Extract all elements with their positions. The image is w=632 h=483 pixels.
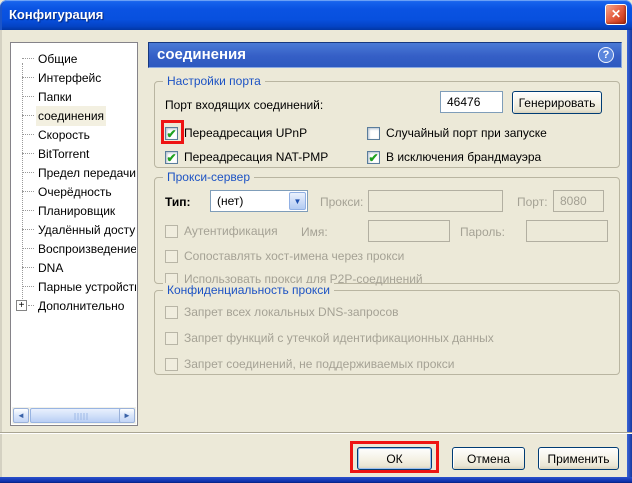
window-title: Конфигурация <box>9 0 103 29</box>
proxy-username-label: Имя: <box>301 225 328 239</box>
expand-plus-icon[interactable]: + <box>16 300 27 311</box>
upnp-checkbox[interactable]: ✔ Переадресация UPnP <box>165 125 307 141</box>
sidebar-item-interface[interactable]: Интерфейс <box>11 68 136 87</box>
title-bar[interactable]: Конфигурация ✕ <box>0 0 632 30</box>
checkbox-icon[interactable]: ✔ <box>165 151 178 164</box>
proxy-host-label: Прокси: <box>320 195 363 209</box>
preferences-dialog: Конфигурация ✕ Общие Интерфейс Папки сое… <box>0 0 632 483</box>
generate-port-button[interactable]: Генерировать <box>512 91 602 114</box>
port-input[interactable] <box>440 91 503 113</box>
settings-tree-panel: Общие Интерфейс Папки соединения Скорост… <box>10 42 138 426</box>
sidebar-item-queueing[interactable]: Очерёдность <box>11 182 136 201</box>
checkbox-icon <box>165 250 178 263</box>
cancel-button[interactable]: Отмена <box>452 447 525 470</box>
window-frame-right <box>627 30 632 483</box>
tree-horizontal-scrollbar[interactable]: ◄ ► <box>12 407 136 424</box>
checkbox-icon <box>165 358 178 371</box>
proxy-port-label: Порт: <box>517 195 548 209</box>
block-dns-checkbox: Запрет всех локальных DNS-запросов <box>165 304 399 320</box>
group-title: Конфиденциальность прокси <box>163 283 334 297</box>
group-title: Настройки порта <box>163 74 265 88</box>
sidebar-item-scheduler[interactable]: Планировщик <box>11 201 136 220</box>
scrollbar-grip <box>75 413 88 420</box>
sidebar-item-playback[interactable]: Воспроизведение <box>11 239 136 258</box>
ok-button[interactable]: ОК <box>357 447 432 470</box>
checkbox-icon <box>165 306 178 319</box>
close-icon[interactable]: ✕ <box>605 4 627 25</box>
group-title: Прокси-сервер <box>163 170 254 184</box>
sidebar-item-transfer-cap[interactable]: Предел передачи <box>11 163 136 182</box>
proxy-password-input <box>526 220 608 242</box>
sidebar-item-speed[interactable]: Скорость <box>11 125 136 144</box>
settings-tree: Общие Интерфейс Папки соединения Скорост… <box>11 49 136 315</box>
help-icon[interactable]: ? <box>598 47 614 63</box>
page-title: соединения <box>157 43 246 66</box>
proxy-type-select[interactable]: (нет) ▼ <box>210 190 308 212</box>
chevron-down-icon[interactable]: ▼ <box>289 192 306 210</box>
sidebar-item-paired-devices[interactable]: Парные устройства <box>11 277 136 296</box>
checkbox-icon[interactable] <box>367 127 380 140</box>
proxy-type-label: Тип: <box>165 195 191 209</box>
sidebar-item-dna[interactable]: DNA <box>11 258 136 277</box>
sidebar-item-general[interactable]: Общие <box>11 49 136 68</box>
page-header: соединения ? <box>148 42 622 68</box>
sidebar-item-folders[interactable]: Папки <box>11 87 136 106</box>
apply-button[interactable]: Применить <box>538 447 619 470</box>
scroll-left-icon[interactable]: ◄ <box>13 408 29 423</box>
footer: ОК Отмена Применить <box>0 445 632 477</box>
listen-port-label: Порт входящих соединений: <box>165 98 323 112</box>
proxy-host-input <box>368 190 503 212</box>
window-frame-bottom <box>0 477 632 483</box>
sidebar-item-advanced[interactable]: + Дополнительно <box>11 296 136 315</box>
scrollbar-thumb[interactable] <box>30 408 132 423</box>
proxy-port-input <box>553 190 604 212</box>
proxy-privacy-group: Конфиденциальность прокси Запрет всех ло… <box>154 290 620 375</box>
block-nonproxy-checkbox: Запрет соединений, не поддерживаемых про… <box>165 356 454 372</box>
sidebar-item-bittorrent[interactable]: BitTorrent <box>11 144 136 163</box>
sidebar-item-connection[interactable]: соединения <box>11 106 136 125</box>
resolve-hostnames-checkbox: Сопоставлять хост-имена через прокси <box>165 248 404 264</box>
proxy-type-value: (нет) <box>217 191 243 211</box>
port-settings-group: Настройки порта Порт входящих соединений… <box>154 81 620 168</box>
checkbox-icon[interactable]: ✔ <box>165 127 178 140</box>
proxy-password-label: Пароль: <box>460 225 505 239</box>
footer-separator <box>0 432 632 434</box>
proxy-auth-checkbox: Аутентификация <box>165 223 278 239</box>
checkbox-icon <box>165 225 178 238</box>
checkbox-icon <box>165 332 178 345</box>
sidebar-item-remote-access[interactable]: Удалённый доступ <box>11 220 136 239</box>
firewall-exception-checkbox[interactable]: ✔ В исключения брандмауэра <box>367 149 541 165</box>
proxy-username-input <box>368 220 450 242</box>
proxy-server-group: Прокси-сервер Тип: (нет) ▼ Прокси: Порт:… <box>154 177 620 284</box>
window-frame-left <box>0 30 2 483</box>
scroll-right-icon[interactable]: ► <box>119 408 135 423</box>
natpmp-checkbox[interactable]: ✔ Переадресация NAT-PMP <box>165 149 328 165</box>
block-leak-checkbox: Запрет функций с утечкой идентификационн… <box>165 330 494 346</box>
random-port-checkbox[interactable]: Случайный порт при запуске <box>367 125 547 141</box>
checkbox-icon[interactable]: ✔ <box>367 151 380 164</box>
